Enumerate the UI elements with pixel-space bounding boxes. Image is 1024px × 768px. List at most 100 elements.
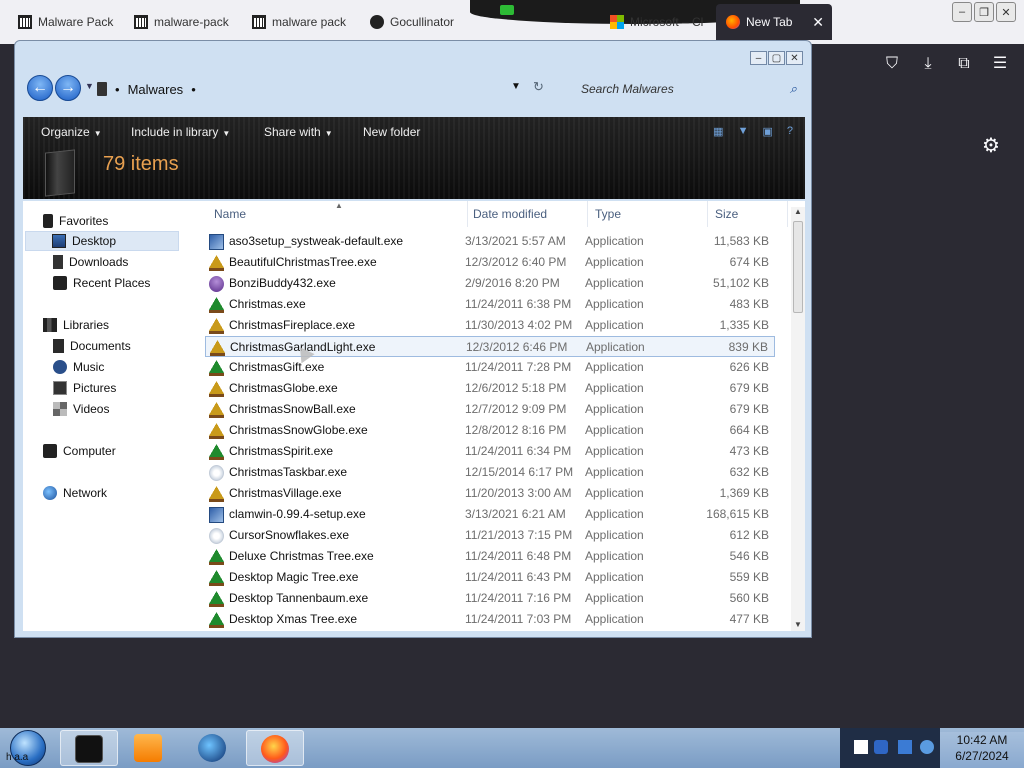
column-divider[interactable] <box>787 201 788 227</box>
file-date: 11/24/2011 6:34 PM <box>465 444 572 458</box>
breadcrumb[interactable]: • Malwares • <box>97 77 537 101</box>
display-tray-icon[interactable] <box>898 740 912 754</box>
column-header-date[interactable]: Date modified <box>473 207 547 221</box>
file-date: 12/6/2012 5:18 PM <box>465 381 567 395</box>
file-row[interactable]: Christmas.exe 11/24/2011 6:38 PM Applicati… <box>205 294 775 315</box>
column-header-name[interactable]: Name <box>214 207 246 221</box>
taskbar-internet-explorer[interactable] <box>184 730 242 766</box>
file-row[interactable]: ChristmasSnowBall.exe 12/7/2012 9:09 PM Ap… <box>205 399 775 420</box>
file-row[interactable]: ChristmasGift.exe 11/24/2011 7:28 PM Appli… <box>205 357 775 378</box>
file-row[interactable]: CursorSnowflakes.exe 11/21/2013 7:15 PM Ap… <box>205 525 775 546</box>
downloads-icon[interactable]: ⤓ <box>918 54 938 74</box>
file-size: 11,583 KB <box>713 234 769 248</box>
settings-gear-icon[interactable]: ⚙ <box>982 133 1000 158</box>
nav-network[interactable]: Network <box>43 483 107 503</box>
recent-pages-dropdown[interactable]: ▼ <box>85 81 94 91</box>
network-tray-icon[interactable] <box>874 740 888 754</box>
explorer-maximize-button[interactable]: ▢ <box>768 51 785 65</box>
taskbar-media-player[interactable] <box>120 730 178 766</box>
nav-computer[interactable]: Computer <box>43 441 116 461</box>
firefox-icon <box>726 15 740 29</box>
file-row[interactable]: ChristmasSpirit.exe 11/24/2011 6:34 PM App… <box>205 441 775 462</box>
tab-malware-pack-1[interactable]: Malware Pack <box>8 4 118 40</box>
preview-pane-icon[interactable]: ▣ <box>762 125 772 138</box>
file-type: Application <box>585 381 644 395</box>
pocket-icon[interactable]: ⛉ <box>882 54 902 74</box>
file-row[interactable]: ChristmasSnowGlobe.exe 12/8/2012 8:16 PM A… <box>205 420 775 441</box>
nav-videos[interactable]: Videos <box>53 399 109 419</box>
column-header-type[interactable]: Type <box>595 207 621 221</box>
search-input[interactable]: Search Malwares ⌕ <box>565 77 801 101</box>
search-icon[interactable]: ⌕ <box>790 81 797 97</box>
organize-button[interactable]: Organize ▼ <box>41 125 102 139</box>
file-row[interactable]: Desktop Xmas Tree.exe 11/24/2011 7:03 PM A… <box>205 609 775 630</box>
nav-music[interactable]: Music <box>53 357 104 377</box>
column-divider[interactable] <box>587 201 588 227</box>
tab-gocullinator[interactable]: Gocullinator <box>360 4 470 40</box>
column-divider[interactable] <box>707 201 708 227</box>
change-view-icon[interactable]: ▦ <box>713 125 723 138</box>
maximize-button[interactable]: ❐ <box>974 2 994 22</box>
browser-tab-strip: Malware Pack malware-pack malware pack G… <box>0 0 1024 44</box>
scrollbar-thumb[interactable] <box>793 221 803 313</box>
file-row[interactable]: Desktop Magic Tree.exe 11/24/2011 6:43 PM… <box>205 567 775 588</box>
view-dropdown-icon[interactable]: ▼ <box>738 125 749 138</box>
include-in-library-button[interactable]: Include in library ▼ <box>131 125 230 139</box>
share-with-button[interactable]: Share with ▼ <box>264 125 333 139</box>
new-folder-button[interactable]: New folder <box>363 125 420 139</box>
minimize-button[interactable]: – <box>952 2 972 22</box>
column-header-size[interactable]: Size <box>715 207 738 221</box>
file-row[interactable]: ChristmasGarlandLight.exe 12/3/2012 6:46 … <box>205 336 775 357</box>
nav-libraries[interactable]: Libraries <box>43 315 109 335</box>
back-button[interactable]: ← <box>27 75 53 101</box>
file-row[interactable]: clamwin-0.99.4-setup.exe 3/13/2021 6:21 A… <box>205 504 775 525</box>
file-row[interactable]: ChristmasVillage.exe 11/20/2013 3:00 AM Ap… <box>205 483 775 504</box>
scroll-up-icon[interactable]: ▲ <box>794 207 802 216</box>
flag-icon[interactable] <box>854 740 868 754</box>
media-player-icon <box>134 734 162 762</box>
close-tab-icon[interactable]: ✕ <box>812 14 824 31</box>
address-dropdown[interactable]: ▼ <box>511 81 521 92</box>
nav-desktop[interactable]: Desktop <box>25 231 179 251</box>
extensions-icon[interactable]: ⧉ <box>954 54 974 74</box>
menu-icon[interactable]: ☰ <box>990 54 1010 74</box>
column-divider[interactable] <box>467 201 468 227</box>
start-button[interactable]: h a.a <box>4 728 50 768</box>
file-row[interactable]: BonziBuddy432.exe 2/9/2016 8:20 PM Applica… <box>205 273 775 294</box>
file-size: 679 KB <box>729 402 769 416</box>
file-row[interactable]: ChristmasTaskbar.exe 12/15/2014 6:17 PM Ap… <box>205 462 775 483</box>
clock[interactable]: 10:42 AM 6/27/2024 <box>940 732 1024 768</box>
file-row[interactable]: BeautifulChristmasTree.exe 12/3/2012 6:40… <box>205 252 775 273</box>
explorer-close-button[interactable]: ✕ <box>786 51 803 65</box>
close-window-button[interactable]: ✕ <box>996 2 1016 22</box>
file-row[interactable]: ChristmasGlobe.exe 12/6/2012 5:18 PM Appli… <box>205 378 775 399</box>
tab-malware-pack-3[interactable]: malware pack <box>242 4 354 40</box>
volume-icon[interactable] <box>920 740 934 754</box>
file-row[interactable]: aso3setup_systweak-default.exe 3/13/2021 … <box>205 231 775 252</box>
nav-favorites[interactable]: Favorites <box>43 211 108 231</box>
nav-recent-places[interactable]: Recent Places <box>53 273 150 293</box>
file-date: 11/20/2013 3:00 AM <box>465 486 572 500</box>
nav-downloads[interactable]: Downloads <box>53 252 128 272</box>
refresh-icon[interactable]: ↻ <box>533 79 544 95</box>
breadcrumb-current[interactable]: Malwares <box>128 82 184 97</box>
taskbar-firefox[interactable] <box>246 730 304 766</box>
file-row[interactable]: ChristmasFireplace.exe 11/30/2013 4:02 PM… <box>205 315 775 336</box>
tree-icon <box>209 360 224 376</box>
file-size: 546 KB <box>729 549 769 563</box>
file-row[interactable]: Desktop Tannenbaum.exe 11/24/2011 7:16 PM… <box>205 588 775 609</box>
nav-documents[interactable]: Documents <box>53 336 131 356</box>
nav-pictures[interactable]: Pictures <box>53 378 116 398</box>
taskbar-explorer[interactable] <box>60 730 118 766</box>
tab-malware-pack-2[interactable]: malware-pack <box>124 4 236 40</box>
forward-button[interactable]: → <box>55 75 81 101</box>
vertical-scrollbar[interactable]: ▲ ▼ <box>791 207 805 631</box>
file-row[interactable]: Deluxe Christmas Tree.exe 11/24/2011 6:48… <box>205 546 775 567</box>
tab-microsoft[interactable]: Microsoft – Cl <box>600 4 712 40</box>
file-type: Application <box>585 528 644 542</box>
help-icon[interactable]: ? <box>787 125 793 138</box>
explorer-minimize-button[interactable]: – <box>750 51 767 65</box>
tab-new-tab[interactable]: New Tab ✕ <box>716 4 832 40</box>
content-area: Favorites Desktop Downloads Recent Place… <box>23 201 805 631</box>
scroll-down-icon[interactable]: ▼ <box>794 620 802 629</box>
